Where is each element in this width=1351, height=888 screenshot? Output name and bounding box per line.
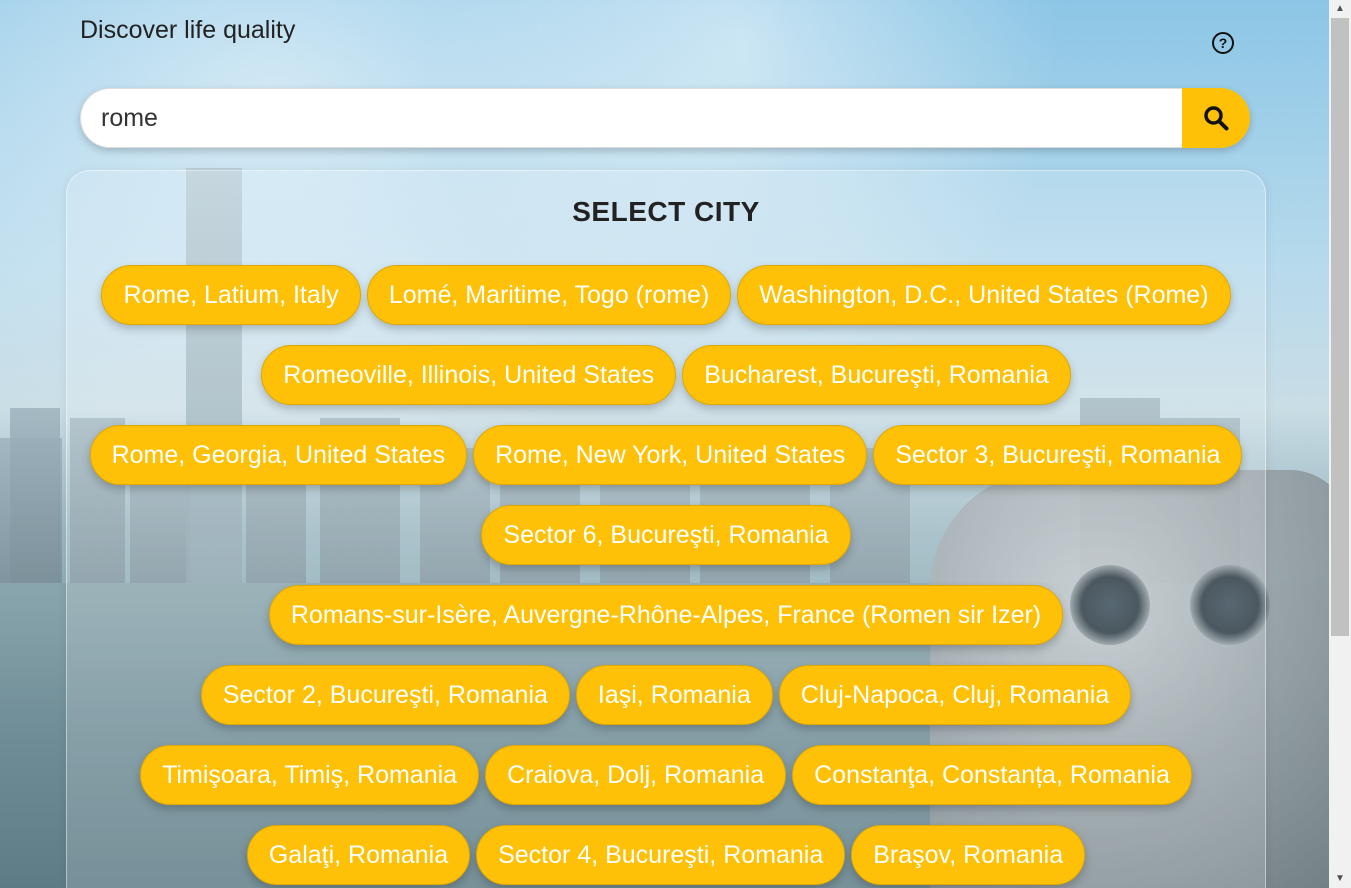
city-option[interactable]: Sector 2, Bucureşti, Romania [200, 665, 570, 725]
city-select-panel: SELECT CITY Rome, Latium, Italy Lomé, Ma… [66, 170, 1266, 888]
city-option[interactable]: Romans-sur-Isère, Auvergne-Rhône-Alpes, … [268, 585, 1064, 645]
city-list: Rome, Latium, Italy Lomé, Maritime, Togo… [87, 265, 1245, 885]
city-option[interactable]: Romeoville, Illinois, United States [261, 345, 677, 405]
city-option[interactable]: Sector 6, Bucureşti, Romania [481, 505, 851, 565]
city-option[interactable]: Constanţa, Constanța, Romania [792, 745, 1192, 805]
help-icon[interactable]: ? [1212, 32, 1234, 54]
city-option[interactable]: Rome, Georgia, United States [89, 425, 468, 485]
city-option[interactable]: Rome, Latium, Italy [101, 265, 361, 325]
city-option[interactable]: Galaţi, Romania [246, 825, 471, 885]
scroll-down-arrow-icon[interactable]: ▼ [1329, 870, 1351, 888]
search-icon [1204, 106, 1229, 131]
city-option[interactable]: Lomé, Maritime, Togo (rome) [366, 265, 732, 325]
search-button[interactable] [1182, 88, 1250, 148]
city-option[interactable]: Timişoara, Timiş, Romania [140, 745, 480, 805]
city-option[interactable]: Craiova, Dolj, Romania [485, 745, 787, 805]
city-option[interactable]: Rome, New York, United States [473, 425, 868, 485]
city-option[interactable]: Sector 3, Bucureşti, Romania [873, 425, 1243, 485]
city-option[interactable]: Iaşi, Romania [575, 665, 773, 725]
city-option[interactable]: Sector 4, Bucureşti, Romania [476, 825, 846, 885]
search-bar [80, 88, 1250, 148]
city-option[interactable]: Bucharest, Bucureşti, Romania [682, 345, 1071, 405]
scroll-up-arrow-icon[interactable]: ▲ [1329, 0, 1351, 18]
city-option[interactable]: Cluj-Napoca, Cluj, Romania [778, 665, 1132, 725]
panel-title: SELECT CITY [572, 196, 760, 227]
city-option[interactable]: Braşov, Romania [851, 825, 1086, 885]
app-title: Discover life quality [80, 16, 296, 44]
page-scrollbar[interactable]: ▲ ▼ [1329, 0, 1351, 888]
search-input[interactable] [80, 88, 1182, 148]
scrollbar-thumb[interactable] [1331, 18, 1349, 636]
city-option[interactable]: Washington, D.C., United States (Rome) [737, 265, 1231, 325]
